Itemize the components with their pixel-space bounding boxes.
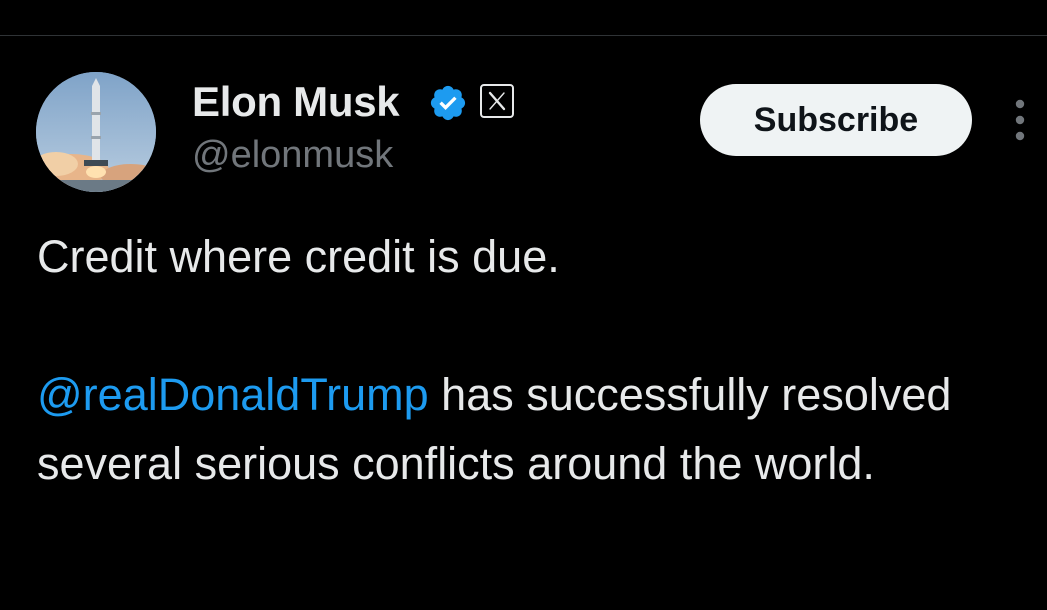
author-display-name[interactable]: Elon Musk [192,76,400,128]
tweet-line-1: Credit where credit is due. [37,231,560,282]
author-handle[interactable]: @elonmusk [192,130,393,180]
top-divider [0,35,1047,36]
affiliate-badge[interactable] [480,84,514,118]
x-logo-icon [488,91,506,111]
subscribe-button[interactable]: Subscribe [700,84,972,156]
rocket-launch-avatar-icon [36,72,156,192]
more-vertical-icon[interactable] [1008,98,1032,142]
verified-badge-icon[interactable] [428,83,468,123]
tweet-text: Credit where credit is due. @realDonaldT… [37,222,1027,498]
avatar[interactable] [36,72,156,192]
mention-link[interactable]: @realDonaldTrump [37,369,429,420]
tweet-line-2: @realDonaldTrump has successfully resolv… [37,360,1027,498]
